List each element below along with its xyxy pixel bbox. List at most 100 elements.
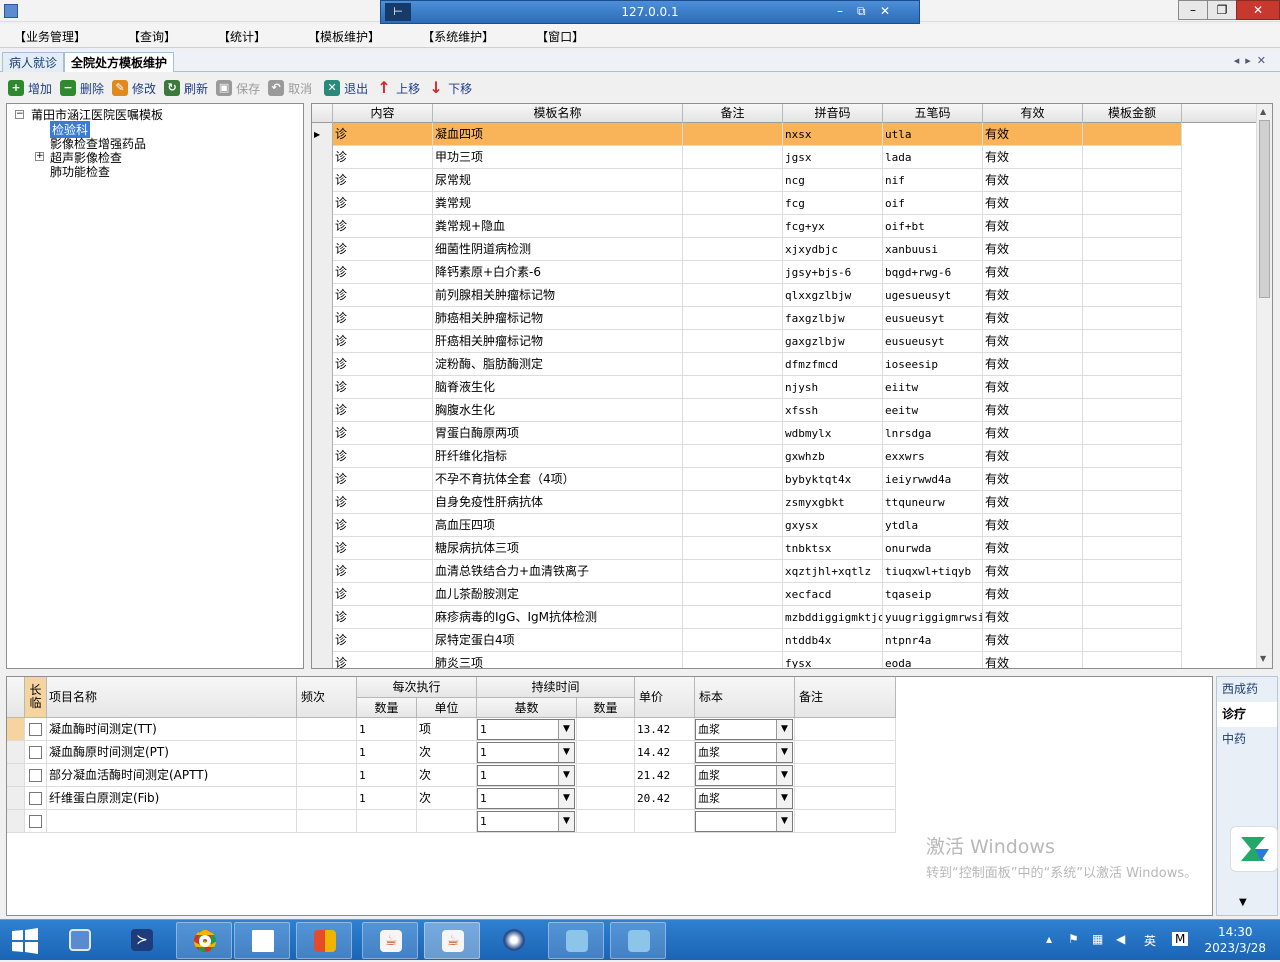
- cell-price[interactable]: 20.42: [635, 787, 695, 810]
- cell-detail-remark[interactable]: [795, 764, 896, 787]
- cell-valid[interactable]: 有效: [983, 307, 1083, 330]
- cell-remark[interactable]: [683, 376, 783, 399]
- expand-icon[interactable]: +: [35, 152, 44, 161]
- cell-content[interactable]: 诊: [333, 215, 433, 238]
- cell-remark[interactable]: [683, 399, 783, 422]
- row-header[interactable]: ▶: [312, 123, 333, 146]
- cell-detail-remark[interactable]: [795, 718, 896, 741]
- cell-remark[interactable]: [683, 146, 783, 169]
- chevron-down-icon[interactable]: ▼: [558, 743, 574, 762]
- java-icon[interactable]: ☕: [362, 922, 418, 959]
- table-row[interactable]: 诊胃蛋白酶原两项 wdbmylx lnrsdga 有效: [312, 422, 1182, 445]
- menu-stats[interactable]: 【统计】: [204, 24, 280, 47]
- cell-pinyin[interactable]: gaxgzlbjw: [783, 330, 883, 353]
- cell-wubi[interactable]: ugesueusyt: [883, 284, 983, 307]
- cell-wubi[interactable]: eusueusyt: [883, 307, 983, 330]
- long-term-checkbox[interactable]: [29, 723, 42, 736]
- cell-dur-base[interactable]: 1 ▼: [477, 741, 577, 764]
- cell-pinyin[interactable]: xecfacd: [783, 583, 883, 606]
- table-row[interactable]: 诊尿特定蛋白4项 ntddb4x ntpnr4a 有效: [312, 629, 1182, 652]
- tray-ime[interactable]: M: [1172, 932, 1189, 946]
- user-app-icon-2[interactable]: [610, 922, 666, 959]
- tab-navigation-icons[interactable]: ◂▸✕: [1234, 54, 1272, 67]
- col-amount[interactable]: 模板金额: [1083, 104, 1182, 123]
- cell-pinyin[interactable]: bybyktqt4x: [783, 468, 883, 491]
- cell-dur-qty[interactable]: [577, 718, 635, 741]
- base-combo[interactable]: 1 ▼: [477, 765, 575, 786]
- cell-each-unit[interactable]: 次: [417, 764, 477, 787]
- cell-valid[interactable]: 有效: [983, 238, 1083, 261]
- server-manager-icon[interactable]: [52, 922, 108, 959]
- base-combo[interactable]: 1 ▼: [477, 719, 575, 740]
- cell-frequency[interactable]: [297, 764, 357, 787]
- cell-valid[interactable]: 有效: [983, 284, 1083, 307]
- row-header[interactable]: [312, 445, 333, 468]
- specimen-combo[interactable]: 血浆 ▼: [695, 719, 793, 740]
- cell-content[interactable]: 诊: [333, 330, 433, 353]
- table-row[interactable]: 诊胸腹水生化 xfssh eeitw 有效: [312, 399, 1182, 422]
- col-long-temp[interactable]: 长临: [25, 677, 47, 718]
- cell-amount[interactable]: [1083, 215, 1182, 238]
- cell-specimen[interactable]: 血浆 ▼: [695, 764, 795, 787]
- cell-wubi[interactable]: tiuqxwl+tiqyb: [883, 560, 983, 583]
- cell-dur-qty[interactable]: [577, 764, 635, 787]
- col-each-unit[interactable]: 单位: [417, 698, 477, 718]
- cell-wubi[interactable]: eeitw: [883, 399, 983, 422]
- cell-template-name[interactable]: 甲功三项: [433, 146, 683, 169]
- cell-template-name[interactable]: 肝癌相关肿瘤标记物: [433, 330, 683, 353]
- long-term-checkbox[interactable]: [29, 746, 42, 759]
- row-header[interactable]: [312, 192, 333, 215]
- template-grid[interactable]: 内容 模板名称 备注 拼音码 五笔码 有效 模板金额 ▶ 诊凝血四项 nxsx utl…: [311, 103, 1273, 669]
- cell-amount[interactable]: [1083, 123, 1182, 146]
- table-row[interactable]: 诊肺炎三项 fysx eoda 有效: [312, 652, 1182, 668]
- cell-template-name[interactable]: 尿特定蛋白4项: [433, 629, 683, 652]
- cell-template-name[interactable]: 前列腺相关肿瘤标记物: [433, 284, 683, 307]
- cell-long-temp[interactable]: [25, 764, 47, 787]
- collapse-icon[interactable]: −: [15, 110, 24, 119]
- tray-flag-icon[interactable]: ⚑: [1068, 932, 1079, 946]
- toolbar-edit-button[interactable]: ✎ 修改: [112, 80, 156, 97]
- cell-valid[interactable]: 有效: [983, 629, 1083, 652]
- menu-window[interactable]: 【窗口】: [522, 24, 598, 47]
- cell-wubi[interactable]: utla: [883, 123, 983, 146]
- cell-wubi[interactable]: xanbuusi: [883, 238, 983, 261]
- cell-amount[interactable]: [1083, 169, 1182, 192]
- cell-remark[interactable]: [683, 491, 783, 514]
- table-row[interactable]: 诊降钙素原+白介素-6 jgsy+bjs-6 bqgd+rwg-6 有效: [312, 261, 1182, 284]
- col-dur-qty[interactable]: 数量: [577, 698, 635, 718]
- cell-specimen[interactable]: 血浆 ▼: [695, 718, 795, 741]
- cell-frequency[interactable]: [297, 787, 357, 810]
- chrome-icon[interactable]: [176, 922, 232, 959]
- cell-valid[interactable]: 有效: [983, 215, 1083, 238]
- cell-pinyin[interactable]: wdbmylx: [783, 422, 883, 445]
- cell-pinyin[interactable]: jgsy+bjs-6: [783, 261, 883, 284]
- base-combo[interactable]: 1 ▼: [477, 742, 575, 763]
- cell-dur-base[interactable]: 1 ▼: [477, 787, 577, 810]
- powershell-icon[interactable]: ≻: [114, 922, 170, 959]
- cell-pinyin[interactable]: faxgzlbjw: [783, 307, 883, 330]
- cell-pinyin[interactable]: xjxydbjc: [783, 238, 883, 261]
- detail-row[interactable]: 部分凝血活酶时间测定(APTT) 1 次 1 ▼ 21.42 血浆 ▼: [7, 764, 897, 787]
- chevron-down-icon[interactable]: ▼: [776, 766, 792, 785]
- cell-each-qty[interactable]: 1: [357, 787, 417, 810]
- cell-dur-qty[interactable]: [577, 810, 635, 833]
- cell-remark[interactable]: [683, 652, 783, 668]
- cell-valid[interactable]: 有效: [983, 445, 1083, 468]
- cell-wubi[interactable]: ioseesip: [883, 353, 983, 376]
- detail-row[interactable]: 1 ▼ ▼: [7, 810, 897, 833]
- cell-amount[interactable]: [1083, 353, 1182, 376]
- cell-amount[interactable]: [1083, 192, 1182, 215]
- menu-query[interactable]: 【查询】: [114, 24, 190, 47]
- cell-pinyin[interactable]: ntddb4x: [783, 629, 883, 652]
- cell-each-qty[interactable]: 1: [357, 718, 417, 741]
- row-header[interactable]: [312, 629, 333, 652]
- cell-dur-base[interactable]: 1 ▼: [477, 718, 577, 741]
- cell-pinyin[interactable]: zsmyxgbkt: [783, 491, 883, 514]
- user-app-icon[interactable]: [548, 922, 604, 959]
- cell-each-qty[interactable]: 1: [357, 741, 417, 764]
- cell-template-name[interactable]: 粪常规: [433, 192, 683, 215]
- cell-content[interactable]: 诊: [333, 146, 433, 169]
- cell-amount[interactable]: [1083, 606, 1182, 629]
- row-header[interactable]: [7, 787, 25, 810]
- long-term-checkbox[interactable]: [29, 769, 42, 782]
